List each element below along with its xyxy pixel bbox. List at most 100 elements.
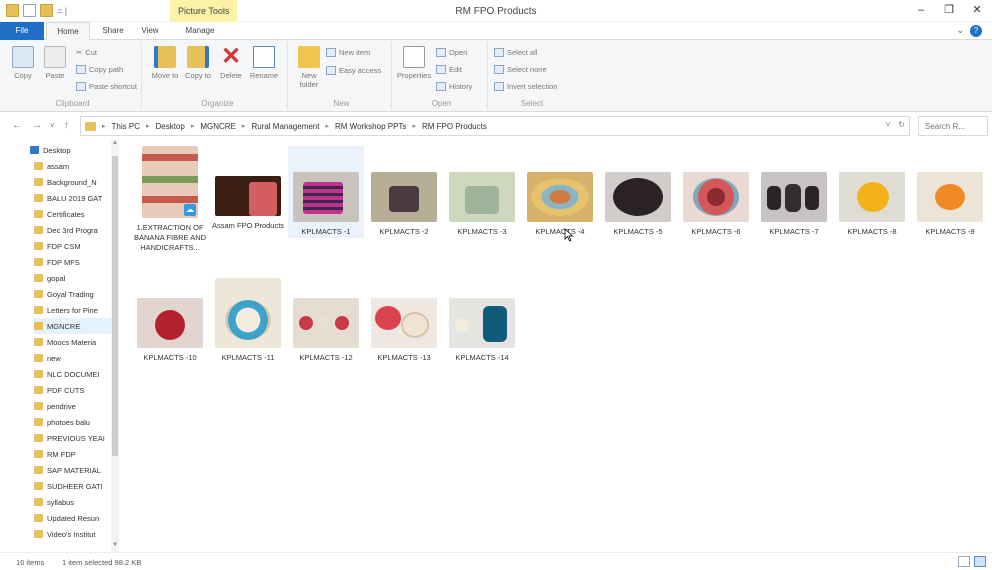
nav-item[interactable]: SUDHEER GATI: [34, 478, 112, 494]
paste-shortcut-button[interactable]: Paste shortcut: [76, 82, 137, 91]
file-tile[interactable]: KPLMACTS -8: [834, 172, 910, 237]
file-tile[interactable]: KPLMACTS -11: [210, 278, 286, 363]
copy-path-button[interactable]: Copy path: [76, 65, 123, 74]
file-tile[interactable]: KPLMACTS -10: [132, 298, 208, 363]
minimize-button[interactable]: –: [914, 3, 928, 17]
file-tile[interactable]: KPLMACTS -9: [912, 172, 988, 237]
file-tile[interactable]: KPLMACTS -12: [288, 298, 364, 363]
nav-item[interactable]: FDP CSM: [34, 238, 112, 254]
nav-item[interactable]: Goyal Trading: [34, 286, 112, 302]
tab-view[interactable]: View: [133, 22, 167, 40]
copy-to-button[interactable]: Copy to: [183, 46, 213, 80]
file-tile[interactable]: KPLMACTS -6: [678, 172, 754, 237]
breadcrumb-rm-fpo-products[interactable]: RM FPO Products: [422, 122, 487, 131]
nav-scrollbar[interactable]: ▲ ▼: [111, 140, 119, 552]
file-tile[interactable]: KPLMACTS -3: [444, 172, 520, 237]
details-view-button[interactable]: [958, 556, 970, 567]
ribbon-expand-button[interactable]: ⌄: [956, 25, 964, 36]
recent-locations-button[interactable]: ˅: [50, 121, 55, 130]
nav-item[interactable]: Video's Institut: [34, 526, 112, 542]
folder-icon: [34, 450, 43, 458]
tab-manage[interactable]: Manage: [172, 22, 228, 40]
scroll-down-icon[interactable]: ▼: [111, 542, 119, 552]
file-tile[interactable]: KPLMACTS -7: [756, 172, 832, 237]
nav-scrollbar-thumb[interactable]: [112, 156, 118, 456]
nav-item[interactable]: Moocs Materia: [34, 334, 112, 350]
move-to-button[interactable]: Move to: [150, 46, 180, 80]
nav-item-label: Goyal Trading: [47, 289, 94, 299]
file-tile[interactable]: Assam FPO Products: [210, 176, 286, 231]
breadcrumb-this-pc[interactable]: This PC: [112, 122, 140, 131]
forward-button[interactable]: →: [32, 120, 42, 131]
address-bar[interactable]: ▸ This PC ▸ Desktop ▸ MGNCRE ▸ Rural Man…: [80, 116, 910, 136]
maximize-button[interactable]: ❐: [942, 3, 956, 17]
file-tile[interactable]: KPLMACTS -5: [600, 172, 676, 237]
nav-item[interactable]: PDF CUTS: [34, 382, 112, 398]
file-name: KPLMACTS -2: [379, 227, 429, 236]
file-tile[interactable]: KPLMACTS -1: [288, 146, 364, 238]
nav-item-desktop[interactable]: Desktop: [30, 142, 108, 158]
file-thumbnail: ☁: [142, 146, 198, 218]
history-button[interactable]: History: [436, 82, 472, 91]
file-name: KPLMACTS -13: [377, 353, 431, 362]
nav-item-mgncre[interactable]: MGNCRE: [34, 318, 112, 334]
folder-icon: [34, 178, 43, 186]
search-input[interactable]: [918, 116, 988, 136]
file-tile[interactable]: KPLMACTS -2: [366, 172, 442, 237]
nav-item[interactable]: gopal: [34, 270, 112, 286]
delete-button[interactable]: ✕ Delete: [216, 45, 246, 81]
easy-access-button[interactable]: Easy access: [326, 66, 381, 75]
breadcrumb-desktop[interactable]: Desktop: [155, 122, 184, 131]
nav-item[interactable]: RM FDP: [34, 446, 112, 462]
cut-button[interactable]: ✂ Cut: [76, 48, 97, 57]
file-tile[interactable]: KPLMACTS -14: [444, 298, 520, 363]
tab-home[interactable]: Home: [46, 22, 90, 41]
nav-item[interactable]: pendrive: [34, 398, 112, 414]
nav-item[interactable]: Dec 3rd Progra: [34, 222, 112, 238]
nav-item[interactable]: PREVIOUS YEAI: [34, 430, 112, 446]
file-tile[interactable]: ☁ 1.EXTRACTION OF BANANA FIBRE AND HANDI…: [132, 146, 208, 253]
tab-share[interactable]: Share: [93, 22, 133, 40]
nav-item[interactable]: Background_N: [34, 174, 112, 190]
refresh-button[interactable]: ↻: [898, 120, 905, 129]
select-all-icon: [494, 48, 504, 57]
nav-item[interactable]: new: [34, 350, 112, 366]
nav-item[interactable]: SAP MATERIAL: [34, 462, 112, 478]
back-button[interactable]: ←: [12, 120, 22, 131]
invert-selection-button[interactable]: Invert selection: [494, 82, 557, 91]
nav-item[interactable]: BALU 2019 GAT: [34, 190, 112, 206]
file-thumbnail: [839, 172, 905, 222]
nav-item[interactable]: FDP MFS: [34, 254, 112, 270]
breadcrumb-rm-workshop-ppts[interactable]: RM Workshop PPTs: [335, 122, 406, 131]
select-all-button[interactable]: Select all: [494, 48, 537, 57]
breadcrumb-mgncre[interactable]: MGNCRE: [200, 122, 236, 131]
close-button[interactable]: ✕: [970, 3, 984, 17]
address-dropdown-button[interactable]: ˅: [886, 120, 891, 129]
nav-item[interactable]: syllabus: [34, 494, 112, 510]
breadcrumb-rural-management[interactable]: Rural Management: [251, 122, 319, 131]
nav-item[interactable]: NLC DOCUMEI: [34, 366, 112, 382]
nav-item[interactable]: photoes balu: [34, 414, 112, 430]
tab-file[interactable]: File: [0, 22, 44, 40]
edit-button[interactable]: Edit: [436, 65, 462, 74]
new-folder-button[interactable]: New folder: [294, 46, 324, 89]
up-button[interactable]: ↑: [64, 120, 69, 131]
scroll-up-icon[interactable]: ▲: [111, 140, 119, 150]
nav-item[interactable]: Certificates: [34, 206, 112, 222]
open-button[interactable]: Open: [436, 48, 467, 57]
nav-item[interactable]: Updated Resun: [34, 510, 112, 526]
file-tile[interactable]: KPLMACTS -4: [522, 172, 598, 237]
help-button[interactable]: ?: [970, 25, 982, 37]
rename-button[interactable]: Rename: [249, 46, 279, 80]
paste-button[interactable]: Paste: [40, 46, 70, 80]
file-thumbnail: [137, 298, 203, 348]
nav-item[interactable]: Letters for Pine: [34, 302, 112, 318]
copy-button[interactable]: Copy: [8, 46, 38, 80]
properties-button[interactable]: Properties: [396, 46, 432, 80]
select-none-button[interactable]: Select none: [494, 65, 547, 74]
file-tile[interactable]: KPLMACTS -13: [366, 298, 442, 363]
large-icons-view-button[interactable]: [974, 556, 986, 567]
nav-item[interactable]: assam: [34, 158, 112, 174]
new-item-button[interactable]: New item: [326, 48, 370, 57]
file-name: KPLMACTS -8: [847, 227, 897, 236]
